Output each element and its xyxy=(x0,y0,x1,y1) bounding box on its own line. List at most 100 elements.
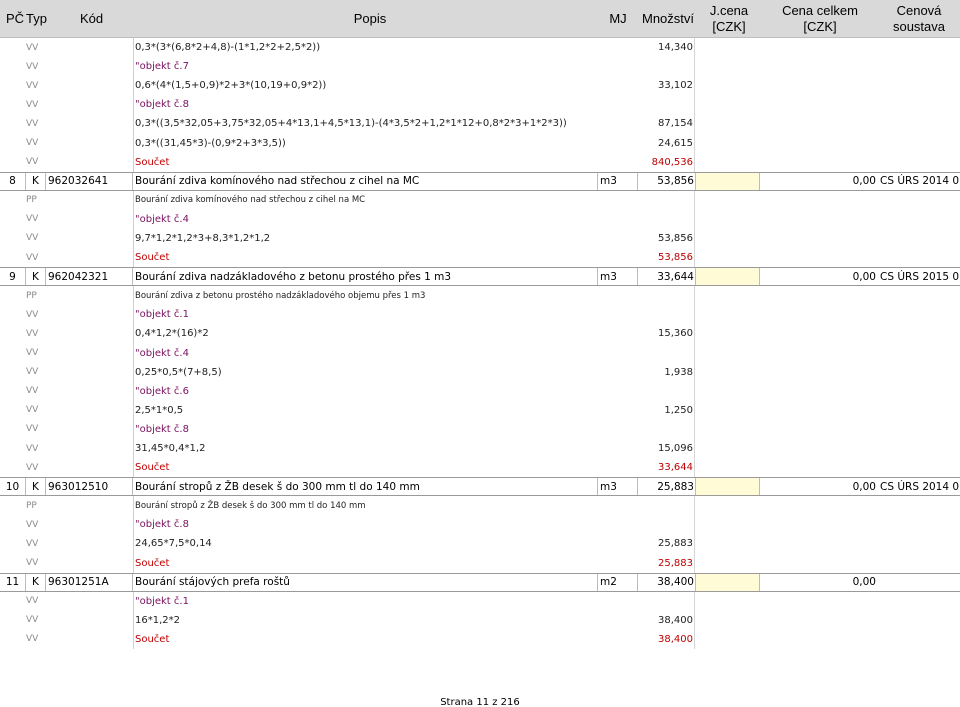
row-description: 0,6*(4*(1,5+0,9)*2+3*(10,19+0,9*2)) xyxy=(133,76,593,96)
row-type: VV xyxy=(26,214,39,225)
item-row: 10 K 963012510 Bourání stropů z ŽB desek š … xyxy=(0,477,960,497)
sum-label: Součet xyxy=(133,553,593,573)
row-description: 31,45*0,4*1,2 xyxy=(133,438,593,459)
row-type: VV xyxy=(26,348,39,359)
item-quantity: 33,644 xyxy=(637,268,696,286)
detail-row: VV 0,3*((3,5*32,05+3,75*32,05+4*13,1+4,5*… xyxy=(0,114,960,134)
item-price-system: CS ÚRS 2015 01 xyxy=(880,270,960,283)
col-header-jcena: J.cena [CZK] xyxy=(700,0,758,38)
detail-row: VV "objekt č.7 xyxy=(0,57,960,77)
item-code: 96301251A xyxy=(46,573,133,591)
detail-row: VV "objekt č.8 xyxy=(0,515,960,535)
object-label: "objekt č.1 xyxy=(133,305,593,325)
sum-quantity: 38,400 xyxy=(600,629,695,649)
col-header-mj: MJ xyxy=(609,11,627,26)
col-header-cenova-line2: soustava xyxy=(892,19,946,34)
row-type: VV xyxy=(26,596,39,607)
item-type: K xyxy=(26,172,46,190)
item-row: 8 K 962032641 Bourání zdiva komínového nad … xyxy=(0,171,960,191)
row-type: VV xyxy=(26,405,39,416)
item-price-system: CS ÚRS 2014 01 xyxy=(880,480,960,493)
row-type: VV xyxy=(26,615,39,626)
row-type: VV xyxy=(26,519,39,530)
row-description: 9,7*1,2*1,2*3+8,3*1,2*1,2 xyxy=(133,228,593,249)
row-type: VV xyxy=(26,386,39,397)
sum-quantity: 53,856 xyxy=(600,248,695,268)
col-header-cena-celkem-line1: Cena celkem xyxy=(782,3,858,18)
page-number: Strana 11 z 216 xyxy=(440,697,520,707)
row-type: VV xyxy=(26,634,39,645)
row-type: VV xyxy=(26,538,39,549)
row-type: VV xyxy=(26,157,39,168)
detail-row: VV "objekt č.8 xyxy=(0,95,960,115)
sum-label: Součet xyxy=(133,458,593,478)
row-quantity xyxy=(600,515,695,535)
row-quantity: 53,856 xyxy=(600,228,695,249)
item-row: 11 K 96301251A Bourání stájových prefa rošt… xyxy=(0,572,960,592)
row-type: PP xyxy=(26,290,37,301)
detail-row: VV "objekt č.8 xyxy=(0,419,960,439)
detail-row: VV Součet 53,856 xyxy=(0,248,960,268)
detail-row: PP Bourání stropů z ŽB desek š do 300 mm … xyxy=(0,496,960,516)
detail-row: VV 0,4*1,2*(16)*2 15,360 xyxy=(0,324,960,344)
object-label: "objekt č.4 xyxy=(133,343,593,363)
detail-row: VV 9,7*1,2*1,2*3+8,3*1,2*1,2 53,856 xyxy=(0,228,960,249)
col-header-jcena-line2: [CZK] xyxy=(712,19,746,34)
row-description: Bourání zdiva z betonu prostého nadzákla… xyxy=(133,286,593,306)
row-quantity xyxy=(600,496,695,516)
item-row: 9 K 962042321 Bourání zdiva nadzákladového … xyxy=(0,267,960,287)
row-quantity: 87,154 xyxy=(600,114,695,134)
object-label: "objekt č.8 xyxy=(133,515,593,535)
item-code: 962042321 xyxy=(46,268,133,286)
budget-table-body: VV 0,3*(3*(6,8*2+4,8)-(1*1,2*2+2,5*2)) 14,… xyxy=(0,38,960,649)
item-code: 962032641 xyxy=(46,172,133,190)
row-quantity xyxy=(600,190,695,210)
item-unit: m3 xyxy=(597,478,637,496)
row-quantity: 1,250 xyxy=(600,400,695,420)
sum-label: Součet xyxy=(133,152,593,172)
item-description: Bourání stájových prefa roštů xyxy=(135,576,290,589)
detail-row: PP Bourání zdiva komínového nad střechou … xyxy=(0,190,960,210)
item-description: Bourání stropů z ŽB desek š do 300 mm tl… xyxy=(135,480,420,493)
row-type: VV xyxy=(26,42,39,53)
row-quantity xyxy=(600,209,695,229)
item-number: 8 xyxy=(0,172,26,190)
row-description: 0,3*((3,5*32,05+3,75*32,05+4*13,1+4,5*13… xyxy=(133,114,593,134)
row-type: VV xyxy=(26,252,39,263)
col-header-cenova-soustava: Cenová soustava xyxy=(884,0,954,38)
item-unit: m3 xyxy=(597,172,637,190)
col-header-kod: Kód xyxy=(80,11,104,26)
detail-row: VV "objekt č.4 xyxy=(0,343,960,363)
item-total-price: 0,00 xyxy=(852,576,876,589)
item-price-system xyxy=(880,574,960,591)
item-unit: m2 xyxy=(597,573,637,591)
row-quantity: 14,340 xyxy=(600,38,695,58)
item-quantity: 38,400 xyxy=(637,573,696,591)
detail-row: VV "objekt č.4 xyxy=(0,209,960,229)
row-quantity: 1,938 xyxy=(600,362,695,382)
row-description: 24,65*7,5*0,14 xyxy=(133,534,593,554)
detail-row: VV 2,5*1*0,5 1,250 xyxy=(0,400,960,420)
row-quantity xyxy=(600,305,695,325)
item-number: 9 xyxy=(0,268,26,286)
row-description: 0,3*((31,45*3)-(0,9*2+3*3,5)) xyxy=(133,133,593,153)
row-type: PP xyxy=(26,500,37,511)
row-quantity xyxy=(600,343,695,363)
row-quantity xyxy=(600,419,695,439)
detail-row: VV 0,6*(4*(1,5+0,9)*2+3*(10,19+0,9*2)) 33,… xyxy=(0,76,960,96)
row-type: VV xyxy=(26,443,39,454)
row-description: 2,5*1*0,5 xyxy=(133,400,593,420)
detail-row: VV Součet 38,400 xyxy=(0,629,960,649)
sum-quantity: 25,883 xyxy=(600,553,695,573)
col-header-typ: Typ xyxy=(26,11,47,26)
row-type: VV xyxy=(26,61,39,72)
object-label: "objekt č.8 xyxy=(133,95,593,115)
object-label: "objekt č.7 xyxy=(133,57,593,77)
detail-row: VV 24,65*7,5*0,14 25,883 xyxy=(0,534,960,554)
row-type: VV xyxy=(26,99,39,110)
sum-quantity: 840,536 xyxy=(600,152,695,172)
item-unit-price-cell xyxy=(696,573,760,591)
item-price-system: CS ÚRS 2014 01 xyxy=(880,175,960,188)
row-quantity xyxy=(600,591,695,611)
object-label: "objekt č.4 xyxy=(133,209,593,229)
